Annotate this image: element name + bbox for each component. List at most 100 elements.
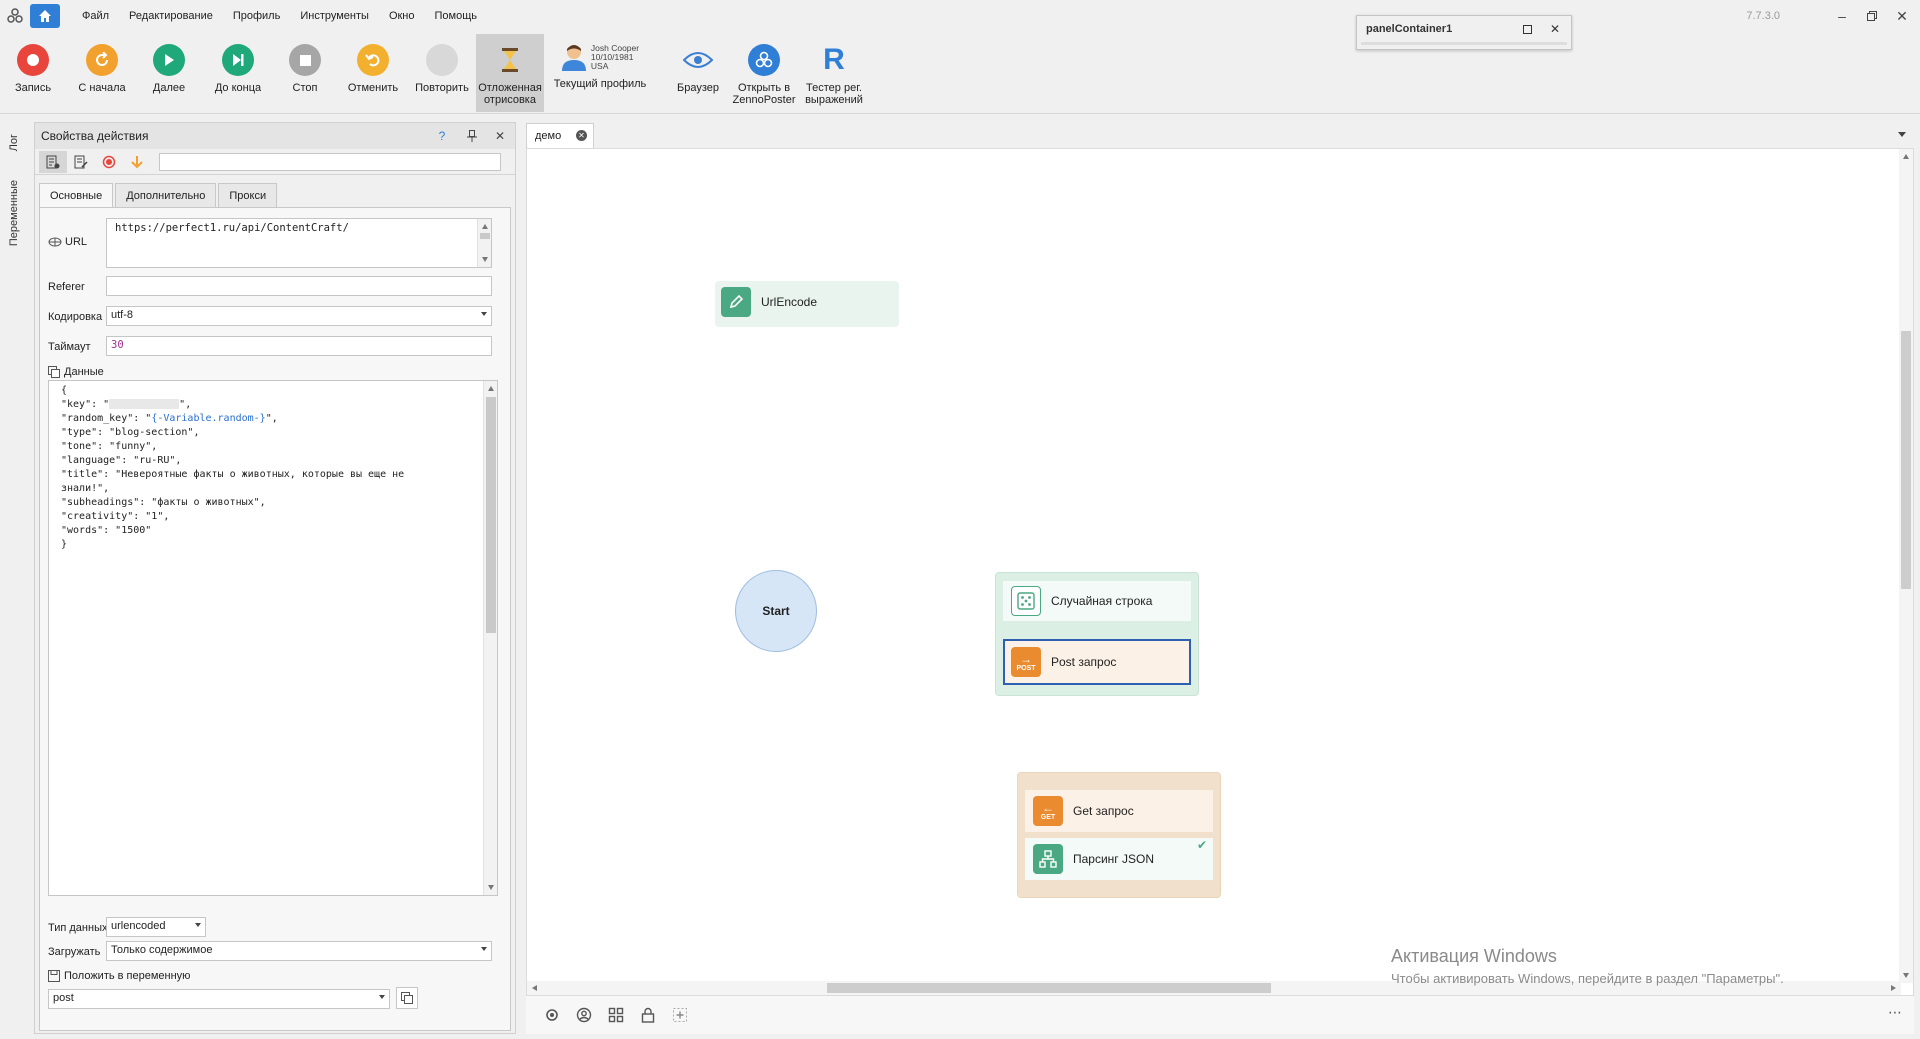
- panel-container-title: panelContainer1: [1366, 23, 1453, 35]
- canvas-vertical-scrollbar[interactable]: [1899, 149, 1913, 983]
- tab-advanced[interactable]: Дополнительно: [115, 183, 217, 207]
- skip-to-end-icon: [222, 44, 254, 76]
- menu-help[interactable]: Помощь: [425, 10, 488, 22]
- data-scrollbar[interactable]: [483, 381, 497, 895]
- variable-picker-button[interactable]: [396, 987, 418, 1009]
- stop-button[interactable]: Стоп: [284, 34, 326, 112]
- eye-icon: [682, 44, 714, 76]
- node-post-request[interactable]: → POST Post запрос: [1003, 639, 1191, 685]
- action-list-tool[interactable]: [39, 150, 67, 173]
- close-tab-icon[interactable]: ✕: [576, 130, 587, 141]
- node-urlencode[interactable]: UrlEncode: [721, 287, 817, 317]
- log-tab[interactable]: Лог: [8, 134, 20, 151]
- current-profile-button[interactable]: Josh Cooper 10/10/1981 USA Текущий профи…: [552, 34, 648, 112]
- restore-button[interactable]: [1862, 6, 1882, 26]
- undo-icon: [357, 44, 389, 76]
- browser-label: Браузер: [677, 82, 719, 94]
- tab-main[interactable]: Основные: [39, 183, 114, 207]
- user-button[interactable]: [568, 1003, 600, 1027]
- menu-tools[interactable]: Инструменты: [290, 10, 379, 22]
- pin-button[interactable]: [463, 127, 481, 145]
- regex-tester-button[interactable]: R Тестер рег. выражений: [800, 34, 868, 112]
- code-line: "type": "blog-section",: [61, 427, 200, 438]
- code-text: "random_key": ": [61, 413, 152, 424]
- main-tab-body: URL https://perfect1.ru/api/ContentCraft…: [39, 207, 511, 1031]
- data-type-select[interactable]: urlencoded: [106, 917, 206, 937]
- chevron-down-icon: [481, 312, 487, 316]
- node-parse-json[interactable]: Парсинг JSON ✔: [1025, 838, 1213, 880]
- menu-profile[interactable]: Профиль: [223, 10, 291, 22]
- tabs-dropdown-icon[interactable]: [1898, 132, 1906, 137]
- arrow-down-icon: [131, 155, 143, 168]
- menu-window[interactable]: Окно: [379, 10, 425, 22]
- regex-r-icon: R: [823, 43, 845, 76]
- minimize-button[interactable]: –: [1832, 6, 1852, 26]
- hourglass-icon: [494, 44, 526, 76]
- timeout-input[interactable]: 30: [106, 336, 492, 356]
- grid-button[interactable]: [600, 1003, 632, 1027]
- next-button[interactable]: Далее: [146, 34, 192, 112]
- tree-icon: [1033, 844, 1063, 874]
- load-label: Загружать: [48, 946, 101, 958]
- action-properties-panel: Свойства действия ? ✕ Основные Дополните…: [34, 122, 516, 1034]
- panel-container-window[interactable]: panelContainer1 ✕: [1356, 15, 1572, 50]
- restart-button[interactable]: С начала: [74, 34, 130, 112]
- canvas-bottom-bar: ⋯: [526, 996, 1914, 1034]
- node-get-request[interactable]: ← GET Get запрос: [1025, 790, 1213, 832]
- browser-button[interactable]: Браузер: [670, 34, 726, 112]
- redo-button[interactable]: Повторить: [414, 34, 470, 112]
- activation-subtitle: Чтобы активировать Windows, перейдите в …: [1391, 971, 1784, 986]
- record-icon: [17, 44, 49, 76]
- node-get-request-label: Get запрос: [1073, 804, 1134, 818]
- undo-button[interactable]: Отменить: [344, 34, 402, 112]
- properties-search-input[interactable]: [159, 152, 501, 171]
- undo-label: Отменить: [347, 82, 399, 94]
- add-node-button[interactable]: [664, 1003, 696, 1027]
- referer-input[interactable]: [106, 276, 492, 296]
- load-value: Только содержимое: [111, 944, 213, 956]
- list-icon: [46, 155, 60, 168]
- tab-proxy[interactable]: Прокси: [218, 183, 278, 207]
- node-random-string[interactable]: Случайная строка: [1003, 581, 1191, 621]
- code-line: знали!",: [61, 483, 110, 494]
- avatar-icon: [561, 45, 586, 71]
- tab-demo[interactable]: демо ✕: [526, 123, 594, 148]
- add-box-icon: [673, 1008, 687, 1022]
- help-button[interactable]: ?: [433, 127, 451, 145]
- lock-button[interactable]: [632, 1003, 664, 1027]
- menu-file[interactable]: Файл: [72, 10, 119, 22]
- node-parse-json-label: Парсинг JSON: [1073, 852, 1155, 866]
- close-panel-button[interactable]: ✕: [491, 127, 509, 145]
- home-button[interactable]: [30, 4, 60, 28]
- menu-edit[interactable]: Редактирование: [119, 10, 223, 22]
- redo-icon: [426, 44, 458, 76]
- load-select[interactable]: Только содержимое: [106, 941, 492, 961]
- settings-button[interactable]: [536, 1003, 568, 1027]
- variables-tab[interactable]: Переменные: [8, 180, 20, 246]
- url-input[interactable]: https://perfect1.ru/api/ContentCraft/: [106, 218, 492, 268]
- get-badge: GET: [1040, 813, 1056, 821]
- record-button[interactable]: Запись: [8, 34, 58, 112]
- panel-maximize-button[interactable]: [1519, 21, 1535, 37]
- stop-label: Стоп: [292, 82, 318, 94]
- deferred-render-button[interactable]: Отложенная отрисовка: [476, 34, 544, 112]
- open-in-zennoposter-button[interactable]: Открыть в ZennoPoster: [730, 34, 798, 112]
- variable-select[interactable]: post: [48, 989, 390, 1009]
- chevron-down-icon: [379, 995, 385, 999]
- breakpoint-tool[interactable]: [95, 151, 123, 173]
- properties-tabs: Основные Дополнительно Прокси: [39, 183, 279, 207]
- put-in-var-label-group: Положить в переменную: [48, 970, 190, 982]
- encoding-select[interactable]: utf-8: [106, 306, 492, 326]
- to-end-button[interactable]: До конца: [208, 34, 268, 112]
- code-variable: {-Variable.random-}: [151, 413, 266, 424]
- data-body-editor[interactable]: {"key": " ", "random_key": "{-Variable.ran…: [48, 380, 498, 896]
- node-start[interactable]: Start: [735, 570, 817, 652]
- panel-close-button[interactable]: ✕: [1547, 21, 1563, 37]
- edit-action-tool[interactable]: [67, 151, 95, 173]
- project-canvas[interactable]: UrlEncode Start Случайная строка → POST …: [526, 148, 1914, 996]
- url-scrollbar[interactable]: [477, 219, 491, 267]
- more-options-icon[interactable]: ⋯: [1888, 1004, 1902, 1021]
- step-down-tool[interactable]: [123, 151, 151, 173]
- redacted-key: [109, 399, 180, 409]
- close-window-button[interactable]: ✕: [1892, 6, 1912, 26]
